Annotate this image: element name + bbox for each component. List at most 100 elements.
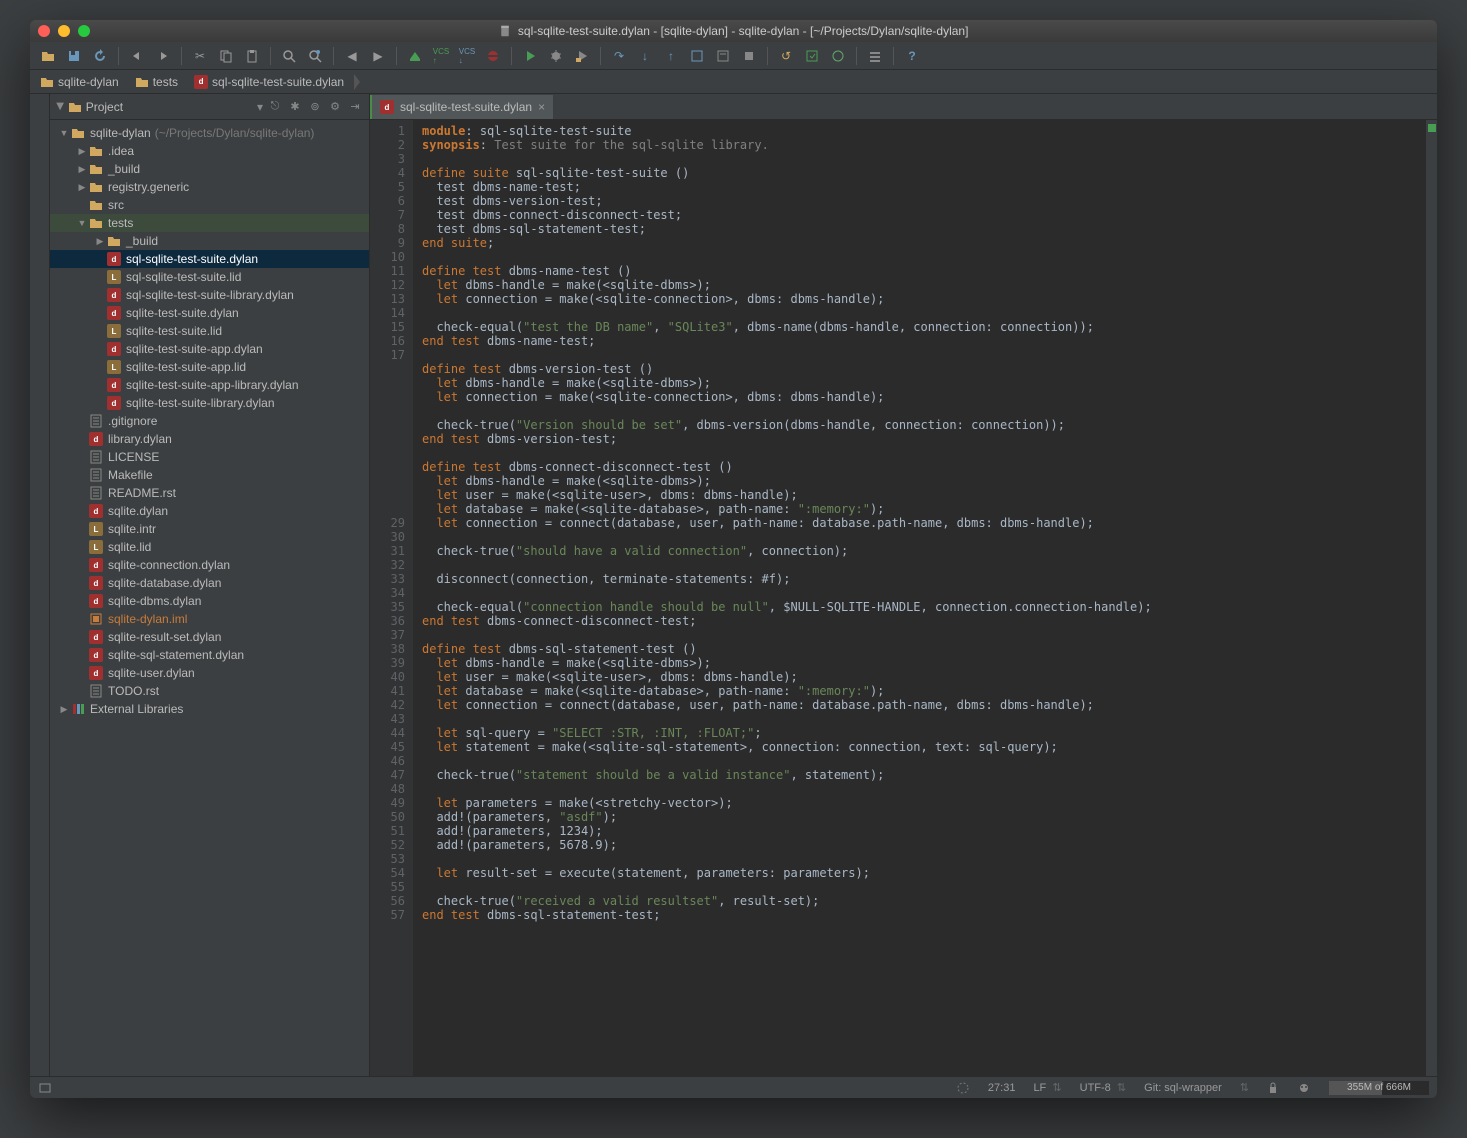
undo-button[interactable]	[125, 45, 149, 67]
tree-file[interactable]: dsqlite-test-suite-app.dylan	[50, 340, 369, 358]
statusbar: 27:31 LF ⇅ UTF-8 ⇅ Git: sql-wrapper ⇅ 35…	[30, 1076, 1437, 1098]
editor-area: d sql-sqlite-test-suite.dylan × 12345678…	[370, 94, 1437, 1076]
tree-file[interactable]: Makefile	[50, 466, 369, 484]
back-nav-button[interactable]: ◀	[340, 45, 364, 67]
tree-file[interactable]: LICENSE	[50, 448, 369, 466]
evaluate-button[interactable]	[711, 45, 735, 67]
step-into-button[interactable]: ↓	[633, 45, 657, 67]
tree-file[interactable]: ▶External Libraries	[50, 700, 369, 718]
tree-folder[interactable]: ▶registry.generic	[50, 178, 369, 196]
tree-folder[interactable]: src	[50, 196, 369, 214]
titlebar: sql-sqlite-test-suite.dylan - [sqlite-dy…	[30, 20, 1437, 42]
collapse-all-icon[interactable]: ✱	[287, 100, 303, 113]
forward-nav-button[interactable]: ▶	[366, 45, 390, 67]
editor-tab[interactable]: d sql-sqlite-test-suite.dylan ×	[370, 95, 553, 119]
debug-button[interactable]	[544, 45, 568, 67]
tree-file[interactable]: dsqlite-user.dylan	[50, 664, 369, 682]
tree-file[interactable]: dsqlite-test-suite-app-library.dylan	[50, 376, 369, 394]
autoscroll-from-source-icon[interactable]: ⎋	[267, 100, 283, 113]
tree-file[interactable]: dsqlite-test-suite-library.dylan	[50, 394, 369, 412]
settings-button[interactable]	[863, 45, 887, 67]
cut-button[interactable]: ✂	[188, 45, 212, 67]
replace-button[interactable]	[303, 45, 327, 67]
tree-file[interactable]: README.rst	[50, 484, 369, 502]
lock-icon[interactable]	[1267, 1082, 1279, 1094]
memory-indicator[interactable]: 355M of 666M	[1329, 1081, 1429, 1095]
hide-panel-icon[interactable]: ⇥	[347, 100, 363, 113]
tree-file[interactable]: Lsqlite.intr	[50, 520, 369, 538]
save-all-button[interactable]	[62, 45, 86, 67]
tree-file[interactable]: .gitignore	[50, 412, 369, 430]
git-dropdown-icon[interactable]: ⇅	[1240, 1081, 1249, 1094]
inspector-icon[interactable]	[1297, 1081, 1311, 1095]
redo-button[interactable]	[151, 45, 175, 67]
editor-body[interactable]: 1234567891011121314151617293031323334353…	[370, 120, 1437, 1076]
vcs-update-button[interactable]: ↺	[774, 45, 798, 67]
breadcrumb-item[interactable]: sqlite-dylan	[34, 72, 129, 92]
chevron-down-icon[interactable]: ▾	[257, 100, 263, 114]
tree-file[interactable]: Lsql-sqlite-test-suite.lid	[50, 268, 369, 286]
paste-button[interactable]	[240, 45, 264, 67]
error-stripe[interactable]	[1425, 120, 1437, 1076]
code-content[interactable]: module: sql-sqlite-test-suitesynopsis: T…	[414, 120, 1425, 1076]
window-title: sql-sqlite-test-suite.dylan - [sqlite-dy…	[30, 24, 1437, 38]
tree-file[interactable]: dsqlite-dbms.dylan	[50, 592, 369, 610]
tree-file[interactable]: Lsqlite-test-suite-app.lid	[50, 358, 369, 376]
tree-folder[interactable]: ▼tests	[50, 214, 369, 232]
vcs-up-button[interactable]: VCS↑	[429, 45, 453, 67]
tree-file[interactable]: sqlite-dylan.iml	[50, 610, 369, 628]
left-tool-strip[interactable]	[30, 94, 50, 1076]
vcs-down-button[interactable]: VCS↓	[455, 45, 479, 67]
tree-file[interactable]: dlibrary.dylan	[50, 430, 369, 448]
vcs-commit-button[interactable]	[800, 45, 824, 67]
step-out-button[interactable]: ↑	[659, 45, 683, 67]
close-window-button[interactable]	[38, 25, 50, 37]
tree-file[interactable]: dsqlite-test-suite.dylan	[50, 304, 369, 322]
tree-file[interactable]: dsqlite.dylan	[50, 502, 369, 520]
tree-folder[interactable]: ▼sqlite-dylan(~/Projects/Dylan/sqlite-dy…	[50, 124, 369, 142]
tree-folder[interactable]: ▶_build	[50, 232, 369, 250]
help-button[interactable]: ?	[900, 45, 924, 67]
tree-file[interactable]: dsqlite-database.dylan	[50, 574, 369, 592]
tree-file[interactable]: dsqlite-connection.dylan	[50, 556, 369, 574]
vcs-history-button[interactable]	[826, 45, 850, 67]
tree-file[interactable]: dsqlite-result-set.dylan	[50, 628, 369, 646]
breadcrumb-item[interactable]: d sql-sqlite-test-suite.dylan	[188, 72, 354, 92]
sync-button[interactable]	[88, 45, 112, 67]
folder-icon	[40, 75, 54, 89]
toggle-breakpoint-button[interactable]	[481, 45, 505, 67]
tree-file[interactable]: TODO.rst	[50, 682, 369, 700]
find-button[interactable]	[277, 45, 301, 67]
open-file-button[interactable]	[36, 45, 60, 67]
tree-file[interactable]: Lsqlite.lid	[50, 538, 369, 556]
line-separator[interactable]: LF ⇅	[1033, 1081, 1061, 1094]
tree-file[interactable]: Lsqlite-test-suite.lid	[50, 322, 369, 340]
maximize-window-button[interactable]	[78, 25, 90, 37]
close-tab-icon[interactable]: ×	[538, 100, 545, 114]
minimize-window-button[interactable]	[58, 25, 70, 37]
tree-file[interactable]: dsqlite-sql-statement.dylan	[50, 646, 369, 664]
git-branch[interactable]: Git: sql-wrapper	[1144, 1082, 1222, 1094]
stop-button[interactable]	[737, 45, 761, 67]
build-button[interactable]	[403, 45, 427, 67]
gear-icon[interactable]: ⚙	[327, 100, 343, 113]
target-icon[interactable]: ⊚	[307, 100, 323, 113]
tree-folder[interactable]: ▶.idea	[50, 142, 369, 160]
resume-button[interactable]	[685, 45, 709, 67]
process-indicator-icon[interactable]	[956, 1081, 970, 1095]
copy-button[interactable]	[214, 45, 238, 67]
tree-file[interactable]: dsql-sqlite-test-suite.dylan	[50, 250, 369, 268]
cursor-position[interactable]: 27:31	[988, 1082, 1016, 1094]
run-button[interactable]	[518, 45, 542, 67]
step-over-button[interactable]: ↷	[607, 45, 631, 67]
breadcrumb-item[interactable]: tests	[129, 72, 188, 92]
dylan-file-icon: d	[380, 100, 394, 114]
project-tree[interactable]: ▼sqlite-dylan(~/Projects/Dylan/sqlite-dy…	[50, 120, 369, 1076]
coverage-button[interactable]	[570, 45, 594, 67]
line-gutter[interactable]: 1234567891011121314151617293031323334353…	[370, 120, 414, 1076]
collapse-icon[interactable]: ▶	[54, 103, 65, 111]
window-controls	[38, 25, 90, 37]
tree-file[interactable]: dsql-sqlite-test-suite-library.dylan	[50, 286, 369, 304]
file-encoding[interactable]: UTF-8 ⇅	[1080, 1081, 1127, 1094]
tree-folder[interactable]: ▶_build	[50, 160, 369, 178]
